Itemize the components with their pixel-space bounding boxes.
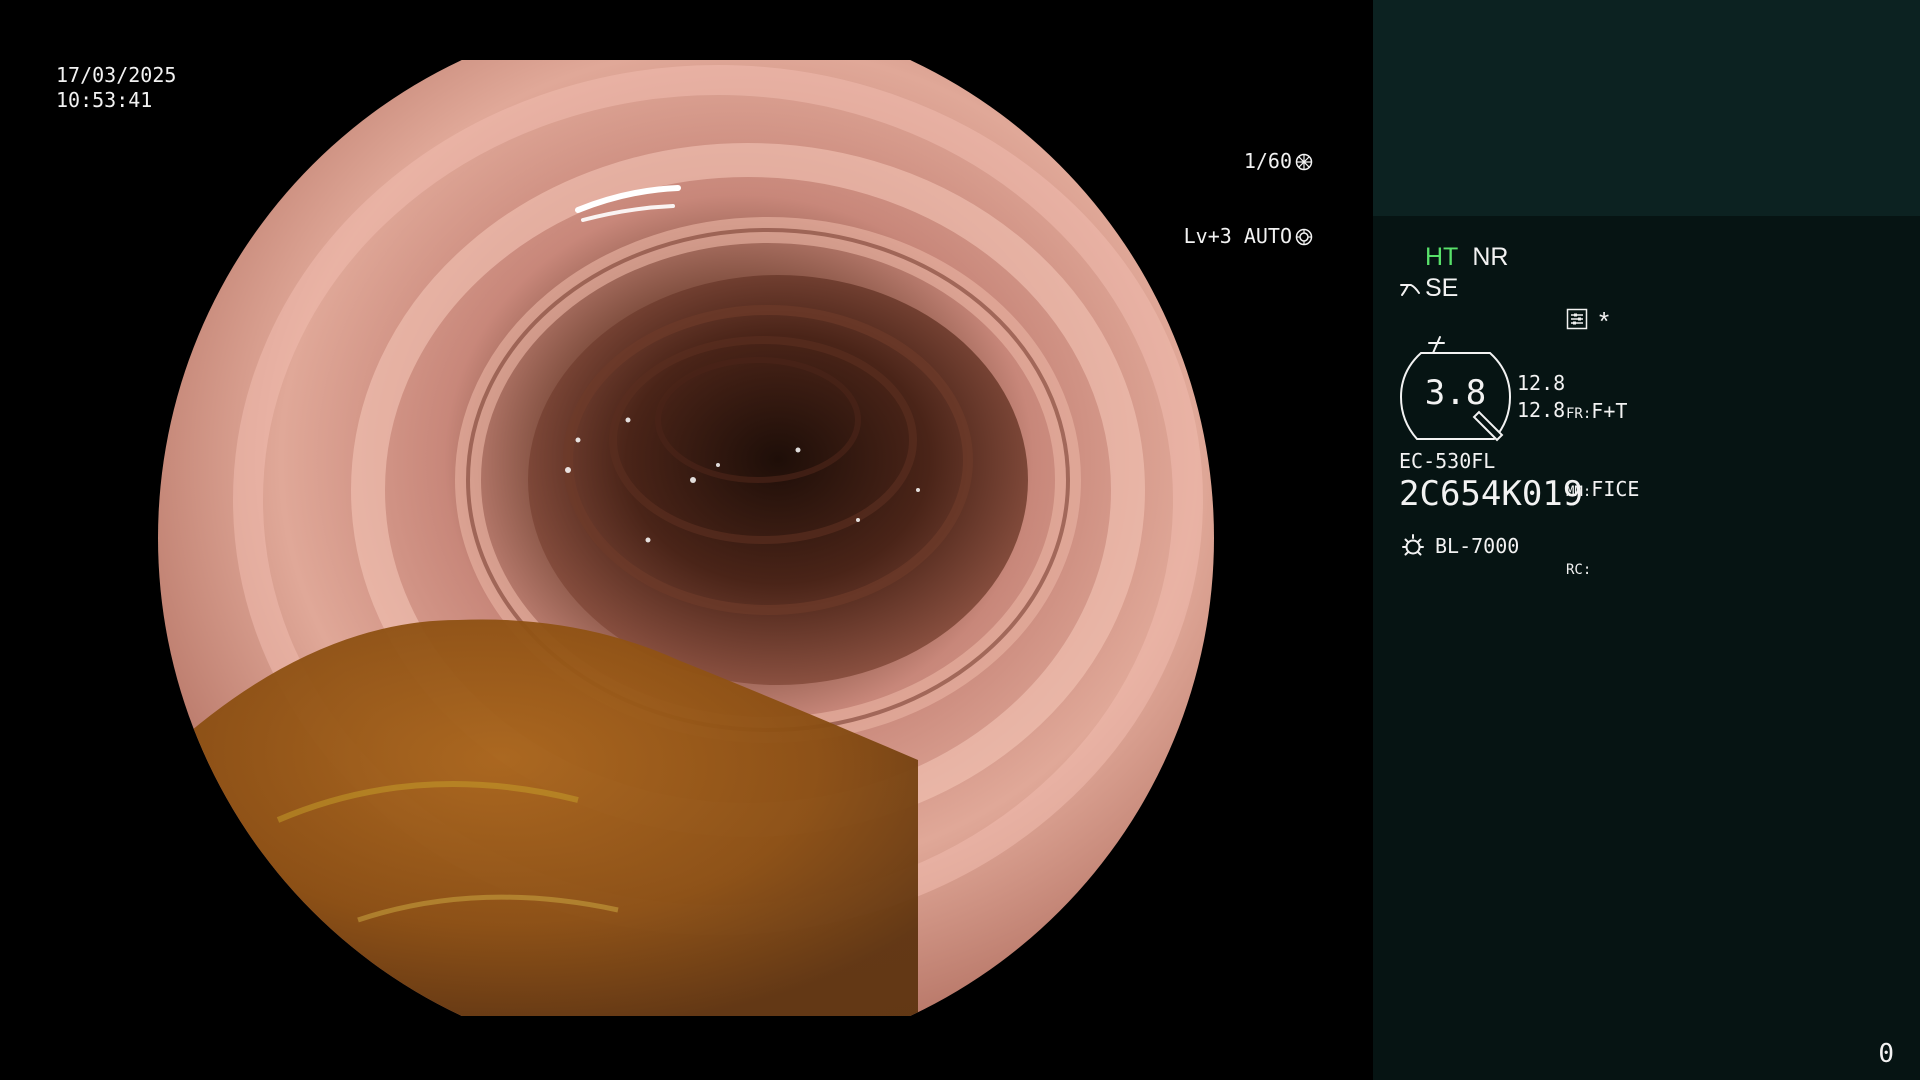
light-source-text: BL-7000 [1435,534,1520,558]
exposure-display: 1/60 Lv+3 AUTO [1184,99,1313,299]
mode-nr-label: NR [1472,243,1509,271]
auto-iris-icon [1295,228,1313,245]
light-source-row: BL-7000 [1399,532,1519,560]
mode-row: HT NR [1425,243,1508,272]
se-label: SE [1425,274,1459,302]
date-text: 17/03/2025 [56,63,177,87]
endoscope-image [158,60,1214,1016]
rc-label: RC: [1566,562,1592,578]
param-value-2: 12.8 [1517,398,1566,422]
enhance-icon [1400,283,1420,296]
asterisk-marker: * [1599,306,1610,336]
shutter-row: 1/60 [1184,149,1313,174]
shutter-icon [1295,153,1313,170]
image-counter: 0 [1878,1039,1894,1069]
fr-value: F+T [1591,399,1628,423]
date-time-display: 17/03/2025 10:53:41 [56,63,176,113]
time-text: 10:53:41 [56,88,153,112]
rc-row: RC: [1566,555,1639,583]
fr-label: FR: [1566,406,1592,422]
endoscope-video-area: 17/03/2025 10:53:41 1/60 Lv+3 AUTO [0,0,1373,1080]
zoom-badge: 3.8 [1399,351,1512,443]
panel-header [1373,0,1920,216]
scope-serial: 2C654K019 [1399,474,1584,514]
param-values: 12.8 12.8 [1517,370,1565,424]
info-panel: HT NR SE * 3.8 12.8 12.8 FR:F+T MM:FICE R… [1373,0,1920,1080]
light-source-icon [1402,534,1424,556]
level-mode-text: Lv+3 AUTO [1183,224,1292,248]
zoom-value: 3.8 [1424,373,1487,413]
level-row: Lv+3 AUTO [1184,224,1313,249]
settings-icon [1566,308,1588,330]
shutter-text: 1/60 [1243,149,1292,173]
mode-ht-label: HT [1425,243,1459,271]
se-row: SE [1399,274,1458,303]
fr-row: FR:F+T [1566,399,1639,427]
param-value-1: 12.8 [1517,371,1566,395]
scope-model: EC-530FL [1399,449,1496,473]
mm-value: FICE [1591,477,1640,501]
